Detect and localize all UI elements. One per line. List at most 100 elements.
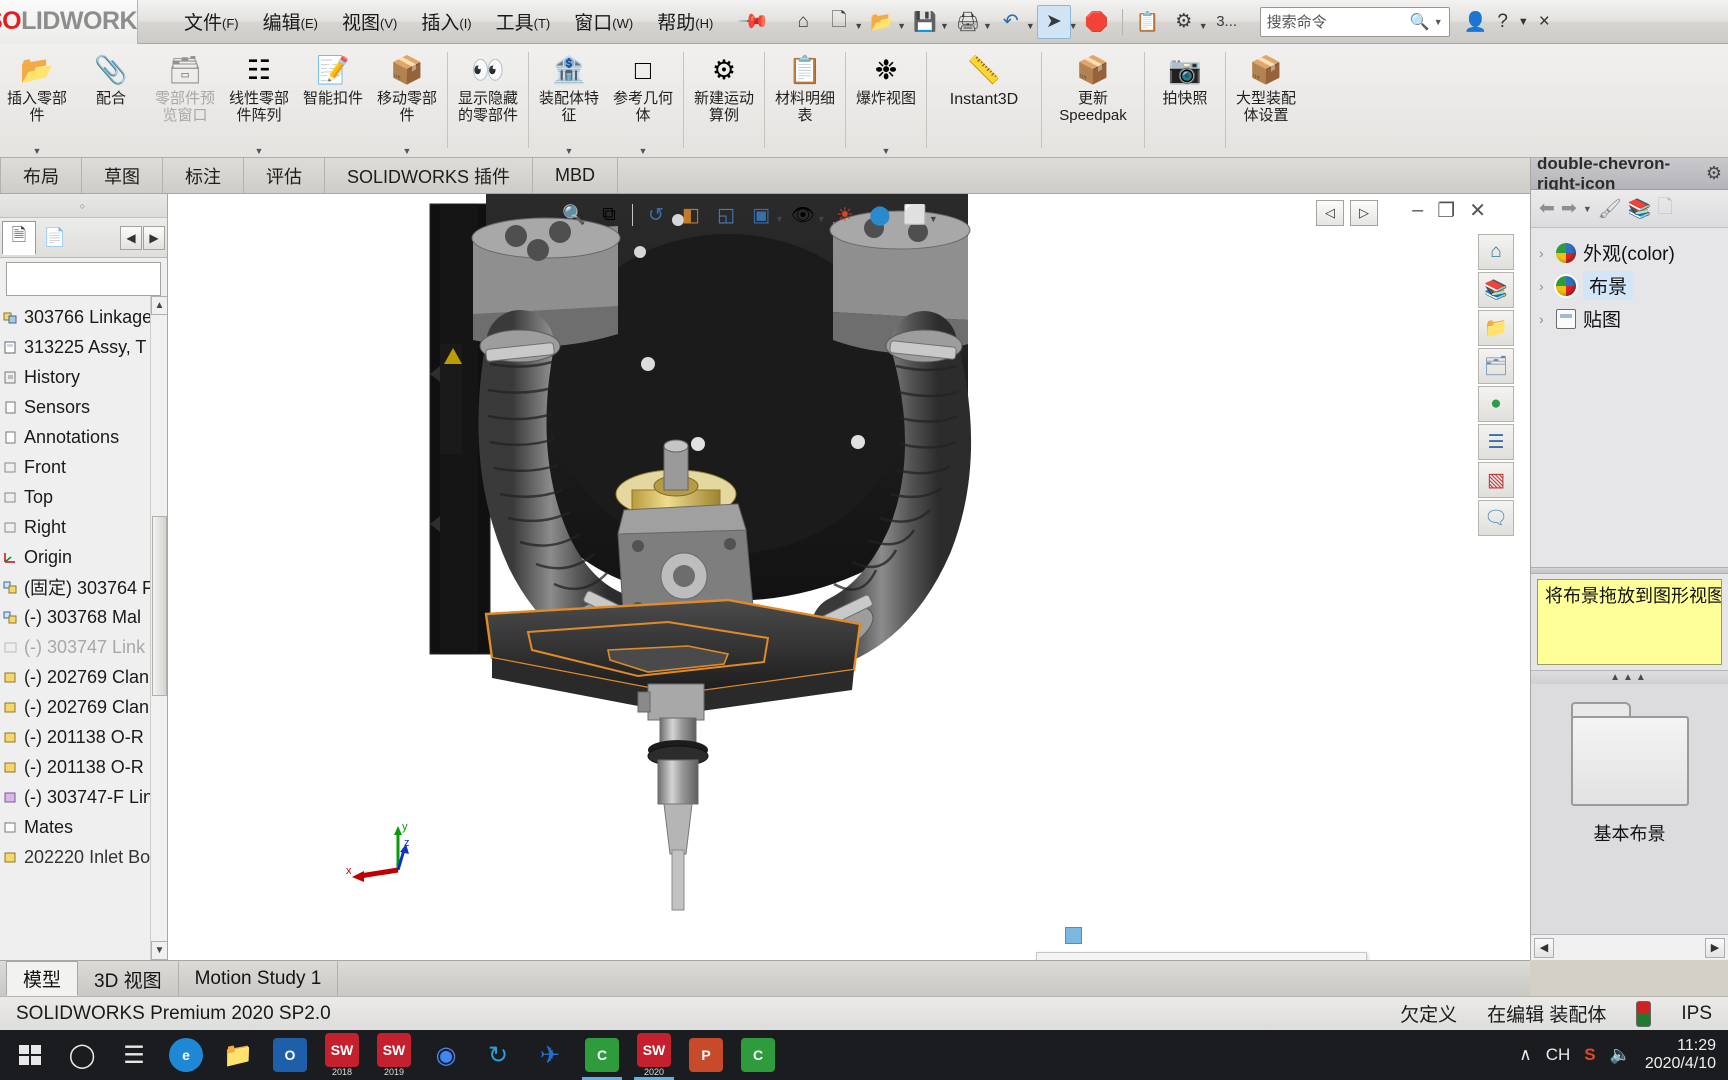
folder-icon[interactable]	[1570, 702, 1689, 806]
solidworks-2019-icon[interactable]: SW 2019	[368, 1030, 420, 1080]
file-explorer-icon[interactable]: 📁	[212, 1030, 264, 1080]
scroll-up-icon[interactable]: ▲	[151, 296, 167, 315]
edge-icon[interactable]: e	[160, 1030, 212, 1080]
home-icon[interactable]: ⌂	[786, 5, 820, 39]
view-settings-caret-icon[interactable]: ▼	[929, 214, 938, 224]
tree-item-3[interactable]: Sensors	[0, 392, 167, 422]
home-view-icon[interactable]: ⌂	[1478, 234, 1514, 270]
solidworks-2020-icon[interactable]: SW 2020	[628, 1030, 680, 1080]
ribbon-smart-fasteners[interactable]: 📝 智能扣件	[296, 46, 370, 158]
gallery-scroll-left-icon[interactable]: ◀	[1534, 937, 1554, 958]
tree-item-0[interactable]: 303766 Linkage	[0, 302, 167, 332]
tree-item-16[interactable]: (-) 303747-F Lin	[0, 782, 167, 812]
zoom-to-fit-icon[interactable]: 🔍	[558, 200, 590, 230]
doc-restore-button[interactable]: ❐	[1437, 198, 1455, 223]
ribbon-linear-component-pattern[interactable]: ☷ 线性零部件阵列 ▼	[222, 46, 296, 158]
configurations-icon[interactable]: 🗂	[1478, 348, 1514, 384]
new-document-icon[interactable]: 🗋	[822, 5, 856, 39]
tab-model[interactable]: 模型	[6, 961, 79, 996]
tree-item-1[interactable]: 313225 Assy, T	[0, 332, 167, 362]
tab-mbd[interactable]: MBD	[533, 158, 619, 193]
appearance-tree-item-scene[interactable]: › 布景	[1531, 269, 1728, 302]
doc-next-button[interactable]: ▷	[1350, 200, 1378, 226]
tree-item-14[interactable]: (-) 201138 O-R	[0, 722, 167, 752]
tree-item-11[interactable]: (-) 303747 Link	[0, 632, 167, 662]
tab-3d-views[interactable]: 3D 视图	[78, 961, 179, 996]
search-icon[interactable]: 🔍	[1410, 12, 1430, 32]
tree-item-12[interactable]: (-) 202769 Clan	[0, 662, 167, 692]
chevron-right-icon[interactable]: ›	[1539, 245, 1549, 261]
scroll-thumb[interactable]	[152, 516, 167, 696]
windows-start-icon[interactable]	[4, 1030, 56, 1080]
pushpin-icon[interactable]: 📌	[736, 4, 771, 39]
previous-view-icon[interactable]: ↺	[640, 200, 672, 230]
open-document-icon[interactable]: 📂	[865, 5, 899, 39]
help-question-icon[interactable]: ?	[1497, 11, 1508, 33]
solidworks-2018-icon[interactable]: SW 2018	[316, 1030, 368, 1080]
appearance-sphere-icon[interactable]: ●	[1478, 386, 1514, 422]
menu-window[interactable]: 窗口(W)	[562, 4, 645, 39]
display-style-caret-icon[interactable]: ▼	[775, 214, 784, 224]
ribbon-large-assembly-settings[interactable]: 📦 大型装配体设置	[1229, 46, 1303, 158]
tree-next-button[interactable]: ▶	[143, 225, 165, 250]
tray-chevron-up-icon[interactable]: ∧	[1519, 1045, 1531, 1065]
view-orientation-icon[interactable]: ◱	[710, 200, 742, 230]
tab-motion-study-1[interactable]: Motion Study 1	[179, 961, 339, 996]
comment-icon[interactable]: 🗨	[1478, 500, 1514, 536]
outlook-icon[interactable]: O	[264, 1030, 316, 1080]
display-style-icon[interactable]: ▣	[745, 200, 777, 230]
tree-prev-button[interactable]: ◀	[120, 225, 142, 250]
file-properties-icon[interactable]: 📋	[1131, 5, 1165, 39]
color-swatch-icon[interactable]: ▧	[1478, 462, 1514, 498]
zoom-to-area-icon[interactable]: ⧉	[593, 200, 625, 230]
task-view-icon[interactable]: ☰	[108, 1030, 160, 1080]
doc-prev-button[interactable]: ◁	[1316, 200, 1344, 226]
white-box-icon[interactable]: ⬜	[899, 200, 931, 230]
dropdown-caret-icon[interactable]: ▼	[639, 146, 648, 156]
ribbon-mate[interactable]: 📎 配合	[74, 46, 148, 158]
chrome-icon[interactable]: ◉	[420, 1030, 472, 1080]
search-circle-icon[interactable]: ◯	[56, 1030, 108, 1080]
gallery-horizontal-scrollbar[interactable]: ◀ ▶	[1531, 934, 1728, 960]
overflow-label[interactable]: 3...	[1210, 5, 1244, 39]
tab-solidworks-addins[interactable]: SOLIDWORKS 插件	[325, 158, 534, 193]
ribbon-bill-of-materials[interactable]: 📋 材料明细表	[768, 46, 842, 158]
tree-item-9[interactable]: (固定) 303764 F	[0, 572, 167, 602]
dropdown-caret-icon[interactable]: ▼	[255, 146, 264, 156]
open-folder-icon[interactable]: 📁	[1478, 310, 1514, 346]
tab-layout[interactable]: 布局	[0, 158, 82, 193]
tab-markup[interactable]: 标注	[163, 158, 244, 193]
camtasia-icon[interactable]: C	[576, 1030, 628, 1080]
scroll-down-icon[interactable]: ▼	[151, 941, 167, 960]
tree-item-10[interactable]: (-) 303768 Mal	[0, 602, 167, 632]
doc-minimize-button[interactable]: –	[1412, 199, 1423, 222]
ribbon-move-component[interactable]: 📦 移动零部件 ▼	[370, 46, 444, 158]
view-settings-icon[interactable]: ⬤	[864, 200, 896, 230]
options-gear-icon[interactable]: ⚙	[1167, 5, 1201, 39]
close-icon[interactable]: ×	[1539, 11, 1550, 33]
gear-icon[interactable]: ⚙	[1706, 163, 1722, 184]
tree-filter-input[interactable]	[6, 262, 161, 296]
tab-evaluate[interactable]: 评估	[244, 158, 325, 193]
chevron-right-icon[interactable]: ›	[1539, 278, 1549, 294]
back-arrow-icon[interactable]: ⬅	[1539, 197, 1555, 220]
dropdown-caret-icon[interactable]: ▼	[403, 146, 412, 156]
ribbon-exploded-view[interactable]: ❉ 爆炸视图 ▼	[849, 46, 923, 158]
forward-arrow-icon[interactable]: ➡	[1561, 197, 1577, 220]
camtasia-recorder-icon[interactable]: C	[732, 1030, 784, 1080]
copy-appearance-icon[interactable]: 🗋	[1658, 193, 1673, 225]
ribbon-show-hidden-components[interactable]: 👀 显示隐藏的零部件	[451, 46, 525, 158]
property-manager-tab[interactable]: 📄	[38, 221, 72, 255]
ribbon-take-snapshot[interactable]: 📷 拍快照	[1148, 46, 1222, 158]
tree-item-18[interactable]: 202220 Inlet Bo	[0, 842, 167, 872]
task-pane-grip[interactable]: ▲▲▲	[1531, 670, 1728, 684]
tab-sketch[interactable]: 草图	[82, 158, 163, 193]
chevron-right-icon[interactable]: ›	[1539, 311, 1549, 327]
search-commands-box[interactable]: 搜索命令 🔍 ▼	[1259, 6, 1450, 37]
dropdown-caret-icon[interactable]: ▼	[882, 146, 891, 156]
appearance-tree-item-decal[interactable]: › 贴图	[1531, 302, 1728, 335]
tree-scrollbar[interactable]: ▲ ▼	[150, 296, 167, 960]
speaker-icon[interactable]: 🔈	[1610, 1045, 1631, 1065]
ribbon-reference-geometry[interactable]: □ 参考几何体 ▼	[606, 46, 680, 158]
menu-insert[interactable]: 插入(I)	[409, 4, 483, 39]
